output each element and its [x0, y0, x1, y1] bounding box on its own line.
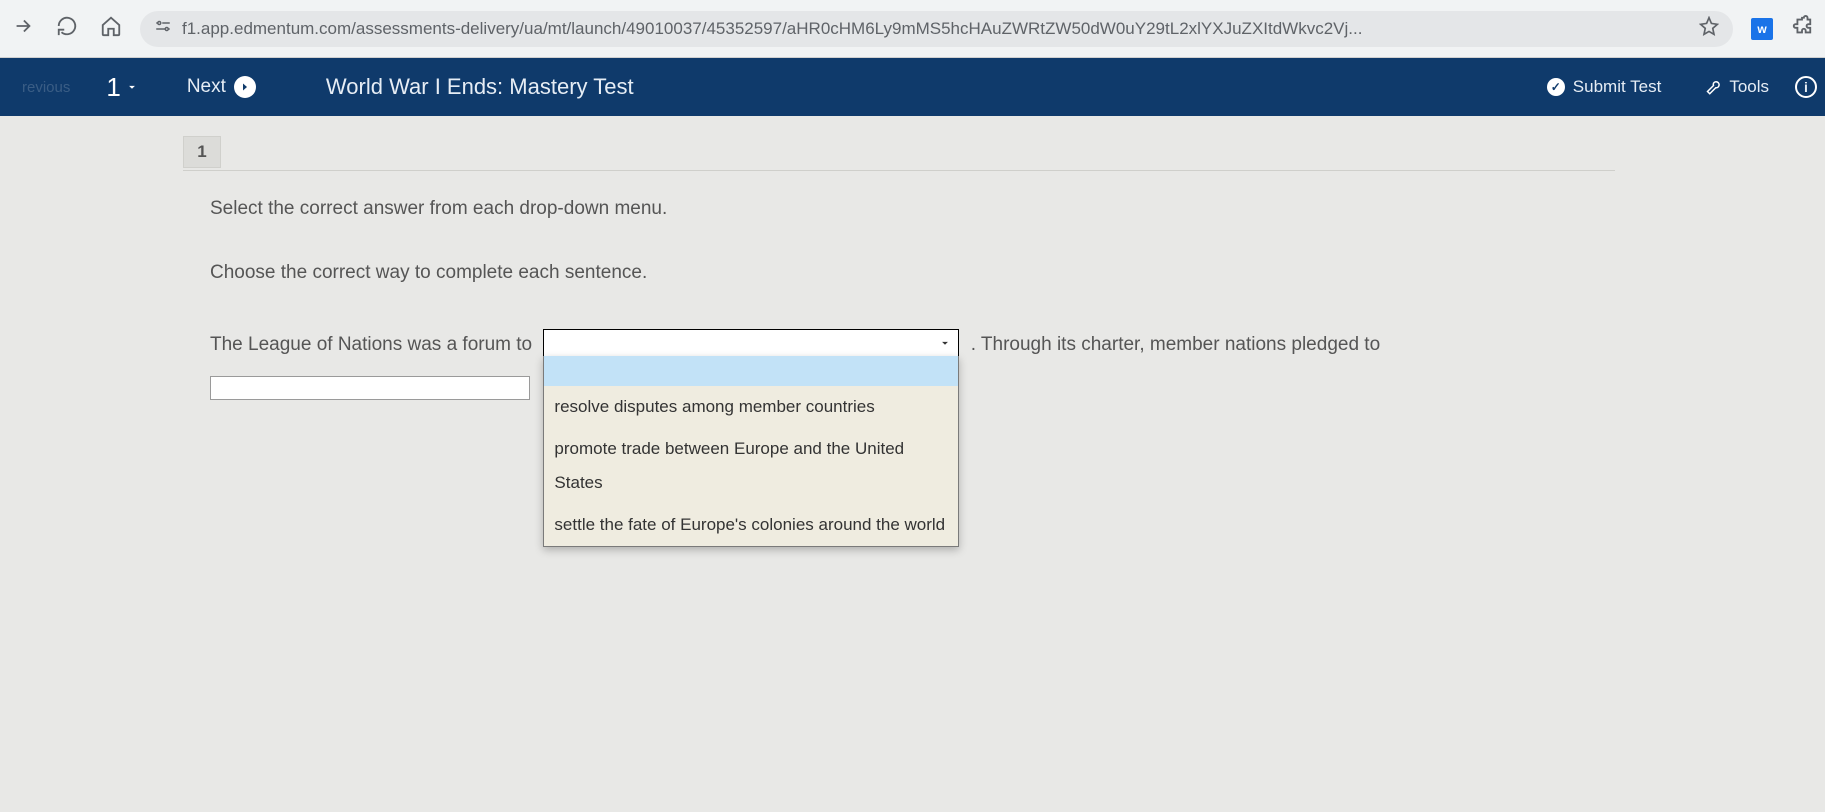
- subinstruction-text: Choose the correct way to complete each …: [210, 262, 1615, 284]
- forward-icon[interactable]: [12, 15, 34, 42]
- submit-test-label: Submit Test: [1573, 77, 1662, 97]
- extensions-puzzle-icon[interactable]: [1791, 15, 1813, 42]
- sentence-row: The League of Nations was a forum to res…: [210, 328, 1615, 362]
- dropdown-2[interactable]: [210, 376, 530, 400]
- wrench-icon: [1703, 78, 1721, 96]
- chevron-down-icon: [125, 80, 139, 94]
- site-settings-icon[interactable]: [154, 17, 172, 40]
- browser-omnibox[interactable]: f1.app.edmentum.com/assessments-delivery…: [140, 11, 1733, 47]
- dropdown-1-wrap: resolve disputes among member countries …: [543, 328, 959, 362]
- dropdown-1-option-1[interactable]: resolve disputes among member countries: [544, 386, 958, 428]
- browser-right-icons: w: [1751, 15, 1813, 42]
- question-number-dropdown[interactable]: 1: [88, 72, 156, 103]
- next-arrow-icon: [234, 76, 256, 98]
- dropdown-1-option-2[interactable]: promote trade between Europe and the Uni…: [544, 428, 958, 504]
- question-body: Select the correct answer from each drop…: [210, 198, 1615, 406]
- check-icon: ✓: [1547, 78, 1565, 96]
- chevron-down-icon: [938, 336, 952, 350]
- browser-url: f1.app.edmentum.com/assessments-delivery…: [182, 19, 1689, 39]
- instruction-text: Select the correct answer from each drop…: [210, 198, 1615, 220]
- extension-icon[interactable]: w: [1751, 18, 1773, 40]
- next-button[interactable]: Next: [157, 76, 286, 98]
- tools-button[interactable]: Tools: [1687, 77, 1785, 97]
- reload-icon[interactable]: [56, 15, 78, 42]
- dropdown-1-option-3[interactable]: settle the fate of Europe's colonies aro…: [544, 504, 958, 546]
- divider: [183, 170, 1615, 171]
- previous-button[interactable]: revious: [4, 79, 88, 96]
- info-icon[interactable]: i: [1795, 76, 1817, 98]
- home-icon[interactable]: [100, 15, 122, 42]
- page-title: World War I Ends: Mastery Test: [286, 74, 1531, 100]
- browser-nav-icons: [12, 15, 122, 42]
- question-tab-1[interactable]: 1: [183, 136, 221, 168]
- sentence-part-2: . Through its charter, member nations pl…: [965, 328, 1380, 362]
- header-right: ✓ Submit Test Tools i: [1531, 76, 1825, 98]
- next-label: Next: [187, 76, 226, 98]
- submit-test-button[interactable]: ✓ Submit Test: [1531, 77, 1678, 97]
- dropdown-1-options: resolve disputes among member countries …: [543, 356, 959, 547]
- dropdown-1-option-blank[interactable]: [544, 356, 958, 386]
- sentence-part-1: The League of Nations was a forum to: [210, 328, 537, 362]
- app-header: revious 1 Next World War I Ends: Mastery…: [0, 58, 1825, 116]
- question-number-label: 1: [106, 72, 120, 103]
- browser-chrome: f1.app.edmentum.com/assessments-delivery…: [0, 0, 1825, 58]
- star-icon[interactable]: [1699, 16, 1719, 41]
- tools-label: Tools: [1729, 77, 1769, 97]
- dropdown-1[interactable]: [543, 329, 959, 357]
